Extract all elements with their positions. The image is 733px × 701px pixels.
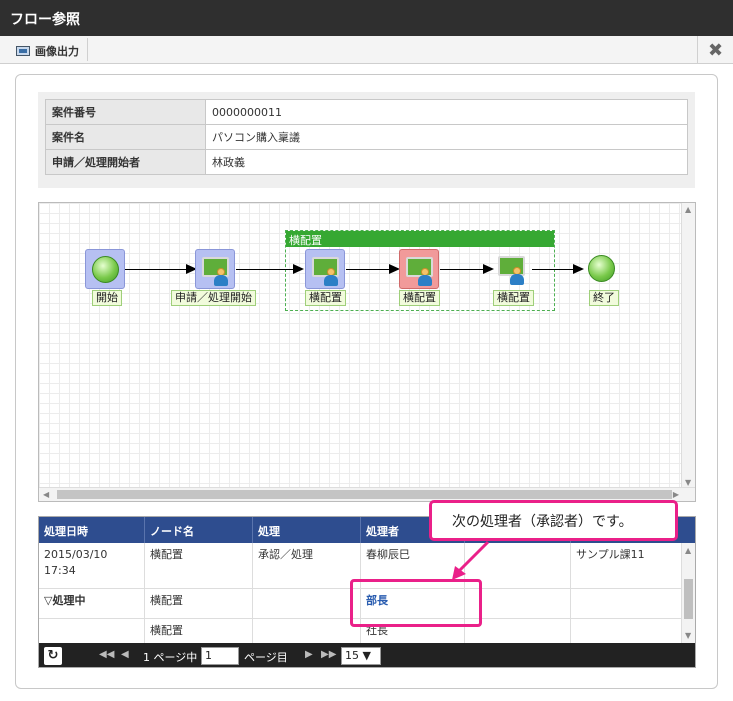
info-value: 林政義 bbox=[205, 149, 688, 175]
prev-page-icon[interactable]: ◀ bbox=[121, 649, 129, 660]
page-input[interactable]: 1 bbox=[201, 647, 239, 665]
end-node[interactable] bbox=[582, 249, 622, 289]
flow-arrow bbox=[125, 264, 197, 274]
image-icon bbox=[16, 46, 30, 56]
end-circle-icon bbox=[588, 255, 615, 282]
page-suffix-label: ページ目 bbox=[244, 651, 288, 664]
column-header[interactable]: 処理 bbox=[253, 517, 361, 543]
scroll-left-icon[interactable]: ◀ bbox=[43, 490, 49, 499]
refresh-icon[interactable]: ↻ bbox=[44, 647, 62, 665]
window-title: フロー参照 bbox=[0, 0, 733, 36]
approve-node-1[interactable] bbox=[305, 249, 345, 289]
diagram-horizontal-scrollbar[interactable]: ◀ ▶ bbox=[39, 487, 695, 501]
page-of-label: 1 ページ中 bbox=[143, 651, 198, 664]
scroll-down-icon[interactable]: ▼ bbox=[685, 478, 691, 487]
approve-node-current[interactable] bbox=[399, 249, 439, 289]
first-page-icon[interactable]: ◀◀ bbox=[99, 649, 114, 660]
node-label: 横配置 bbox=[493, 290, 534, 306]
node-label: 横配置 bbox=[305, 290, 346, 306]
flow-arrow bbox=[440, 264, 494, 274]
flow-arrow bbox=[346, 264, 400, 274]
callout-note: 次の処理者（承認者）です。 bbox=[429, 500, 678, 541]
user-icon bbox=[418, 268, 432, 286]
user-icon bbox=[510, 267, 524, 285]
start-node[interactable] bbox=[85, 249, 125, 289]
start-circle-icon bbox=[92, 256, 119, 283]
column-header[interactable]: ノード名 bbox=[145, 517, 253, 543]
column-header[interactable]: 処理日時 bbox=[39, 517, 145, 543]
last-page-icon[interactable]: ▶▶ bbox=[321, 649, 336, 660]
scroll-thumb[interactable] bbox=[57, 490, 672, 499]
info-key: 案件番号 bbox=[45, 99, 206, 125]
info-row: 案件名 パソコン購入稟議 bbox=[45, 124, 688, 150]
info-row: 案件番号 0000000011 bbox=[45, 99, 688, 125]
node-label: 終了 bbox=[589, 290, 619, 306]
info-value: 0000000011 bbox=[205, 99, 688, 125]
apply-node[interactable] bbox=[195, 249, 235, 289]
node-label: 横配置 bbox=[399, 290, 440, 306]
cell-datetime: 2015/03/10 17:34 bbox=[39, 543, 145, 588]
info-key: 案件名 bbox=[45, 124, 206, 150]
close-icon: ✖ bbox=[707, 39, 724, 61]
cell-action: 承認／処理 bbox=[253, 543, 361, 588]
history-vertical-scrollbar[interactable]: ▲ ▼ bbox=[681, 543, 695, 643]
swimlane-title: 横配置 bbox=[286, 231, 554, 247]
next-page-icon[interactable]: ▶ bbox=[305, 649, 313, 660]
cell-time: 17:34 bbox=[44, 564, 76, 577]
cell-node: 横配置 bbox=[145, 589, 253, 618]
toolbar: 画像出力 bbox=[0, 36, 733, 64]
cell-date: 2015/03/10 bbox=[44, 548, 108, 561]
next-approver-highlight bbox=[350, 579, 482, 627]
case-info: 案件番号 0000000011 案件名 パソコン購入稟議 申請／処理開始者 林政… bbox=[38, 92, 695, 188]
cell-status: ▽処理中 bbox=[39, 589, 145, 618]
scroll-right-icon[interactable]: ▶ bbox=[673, 490, 679, 499]
info-key: 申請／処理開始者 bbox=[45, 149, 206, 175]
close-button[interactable]: ✖ bbox=[697, 36, 733, 64]
scroll-up-icon[interactable]: ▲ bbox=[685, 546, 691, 555]
diagram-vertical-scrollbar[interactable]: ▲ ▼ bbox=[681, 203, 695, 489]
flow-diagram[interactable]: 横配置 開始 申請／処理開始 横配置 横配置 横配置 終了 ▲ ▼ ◀ ▶ bbox=[38, 202, 696, 502]
info-row: 申請／処理開始者 林政義 bbox=[45, 149, 688, 175]
info-value: パソコン購入稟議 bbox=[205, 124, 688, 150]
cell-action bbox=[253, 589, 361, 618]
export-image-button[interactable]: 画像出力 bbox=[10, 38, 88, 61]
approve-node-3[interactable] bbox=[492, 249, 532, 289]
per-page-select[interactable]: 15 ▼ bbox=[341, 647, 381, 665]
scroll-down-icon[interactable]: ▼ bbox=[685, 631, 691, 640]
flow-arrow bbox=[532, 264, 584, 274]
scroll-thumb[interactable] bbox=[684, 579, 693, 619]
flow-arrow bbox=[236, 264, 304, 274]
cell-dept: サンプル課11 bbox=[571, 543, 683, 588]
cell-dept bbox=[571, 589, 683, 618]
scroll-up-icon[interactable]: ▲ bbox=[685, 205, 691, 214]
node-label: 申請／処理開始 bbox=[171, 290, 256, 306]
node-label: 開始 bbox=[92, 290, 122, 306]
pager: ↻ ◀◀ ◀ 1 ページ中 1 ページ目 ▶ ▶▶ 15 ▼ bbox=[39, 643, 695, 667]
case-info-table: 案件番号 0000000011 案件名 パソコン購入稟議 申請／処理開始者 林政… bbox=[45, 99, 688, 175]
user-icon bbox=[214, 268, 228, 286]
cell-node: 横配置 bbox=[145, 543, 253, 588]
user-icon bbox=[324, 268, 338, 286]
export-image-label: 画像出力 bbox=[35, 45, 79, 58]
